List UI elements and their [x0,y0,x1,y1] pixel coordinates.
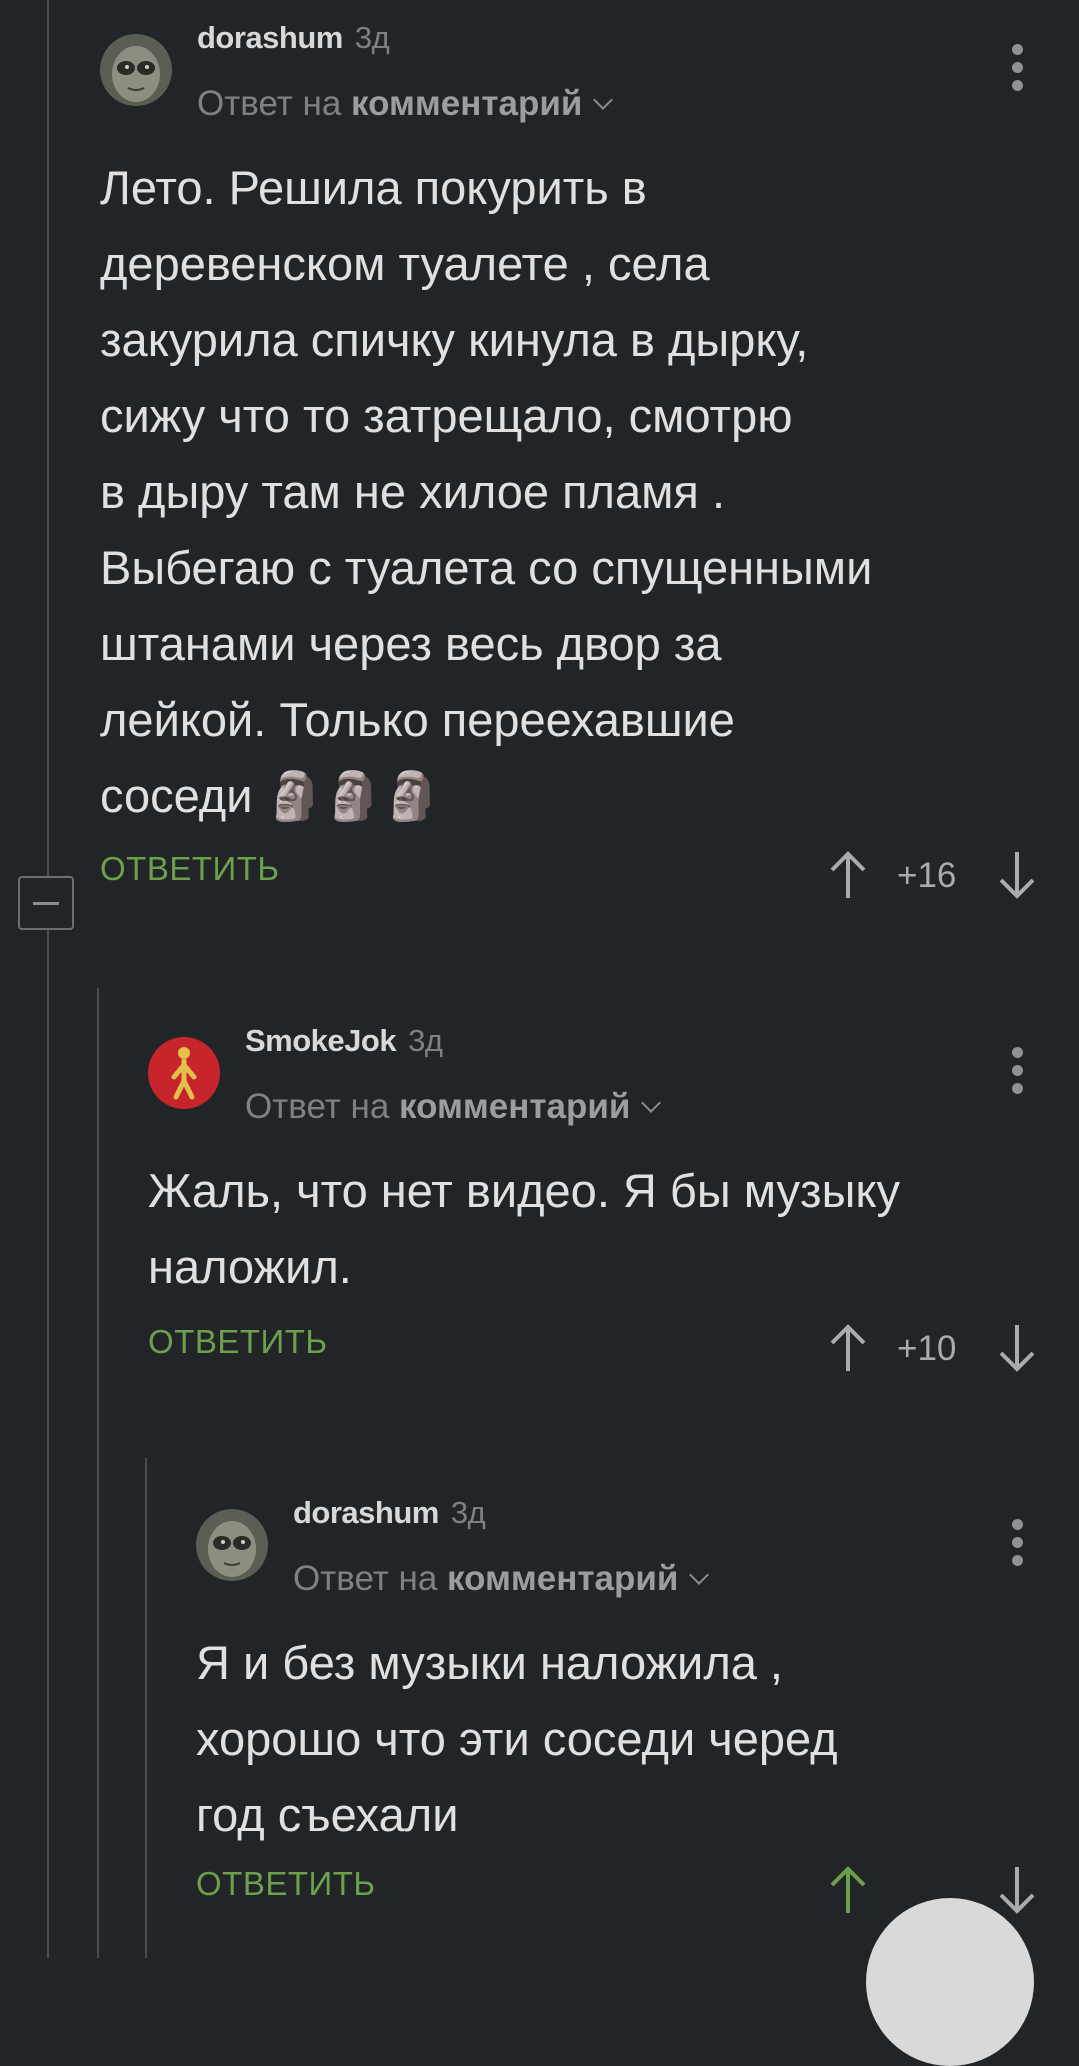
comment: dorashum 3д Ответ на комментарий Я и без … [196,1475,1079,1925]
comment-body: Лето. Решила покурить в деревенском туал… [100,161,873,822]
avatar-alien-icon[interactable] [196,1509,268,1581]
author-name[interactable]: SmokeJok 3д [245,1023,443,1059]
chevron-down-icon [641,1093,662,1113]
comment-footer: ОТВЕТИТЬ +16 [100,850,1079,910]
floating-action-button[interactable] [866,1898,1034,2066]
score: +16 [897,856,957,895]
more-vertical-icon[interactable] [1012,1519,1024,1573]
downvote-arrow-icon[interactable] [997,1865,1037,1915]
reply-button[interactable]: ОТВЕТИТЬ [196,1865,376,1903]
thread-line-root [47,0,49,1958]
comment: SmokeJok 3д Ответ на комментарий Жаль, чт… [148,1003,1079,1383]
comment-header: SmokeJok 3д Ответ на комментарий [148,1003,1079,1153]
upvote-arrow-icon[interactable] [828,1323,868,1373]
avatar-alien-icon[interactable] [100,34,172,106]
comment-body: Жаль, что нет видео. Я бы музыку наложил… [148,1164,900,1293]
score: +10 [897,1329,957,1368]
thread-line-level2 [145,1458,147,1958]
downvote-arrow-icon[interactable] [997,850,1037,900]
reply-to-link[interactable]: Ответ на комментарий [245,1087,662,1127]
reply-to-link[interactable]: Ответ на комментарий [197,84,614,124]
author-name[interactable]: dorashum 3д [197,20,390,56]
more-vertical-icon[interactable] [1012,1047,1024,1101]
comment-header: dorashum 3д Ответ на комментарий [196,1475,1079,1625]
comment-body: Я и без музыки наложила , хорошо что эти… [196,1636,838,1841]
reply-button[interactable]: ОТВЕТИТЬ [148,1323,328,1361]
author-name[interactable]: dorashum 3д [293,1495,486,1531]
comment-time: 3д [408,1023,443,1058]
comment-time: 3д [354,20,390,55]
thread-line-level1 [97,988,99,1958]
reply-to-link[interactable]: Ответ на комментарий [293,1559,710,1599]
downvote-arrow-icon[interactable] [997,1323,1037,1373]
upvote-arrow-icon[interactable] [828,850,868,900]
chevron-down-icon [593,90,614,110]
more-vertical-icon[interactable] [1012,44,1024,98]
reply-button[interactable]: ОТВЕТИТЬ [100,850,280,888]
comment-header: dorashum 3д Ответ на комментарий [100,0,1079,150]
avatar-walker-icon[interactable] [148,1037,220,1109]
collapse-button[interactable] [18,876,74,930]
comment-footer: ОТВЕТИТЬ +10 [148,1323,1079,1383]
chevron-down-icon [689,1565,710,1585]
comment: dorashum 3д Ответ на комментарий Лето. Ре… [100,0,1079,910]
upvote-arrow-icon[interactable] [828,1865,868,1915]
comment-time: 3д [450,1495,486,1530]
